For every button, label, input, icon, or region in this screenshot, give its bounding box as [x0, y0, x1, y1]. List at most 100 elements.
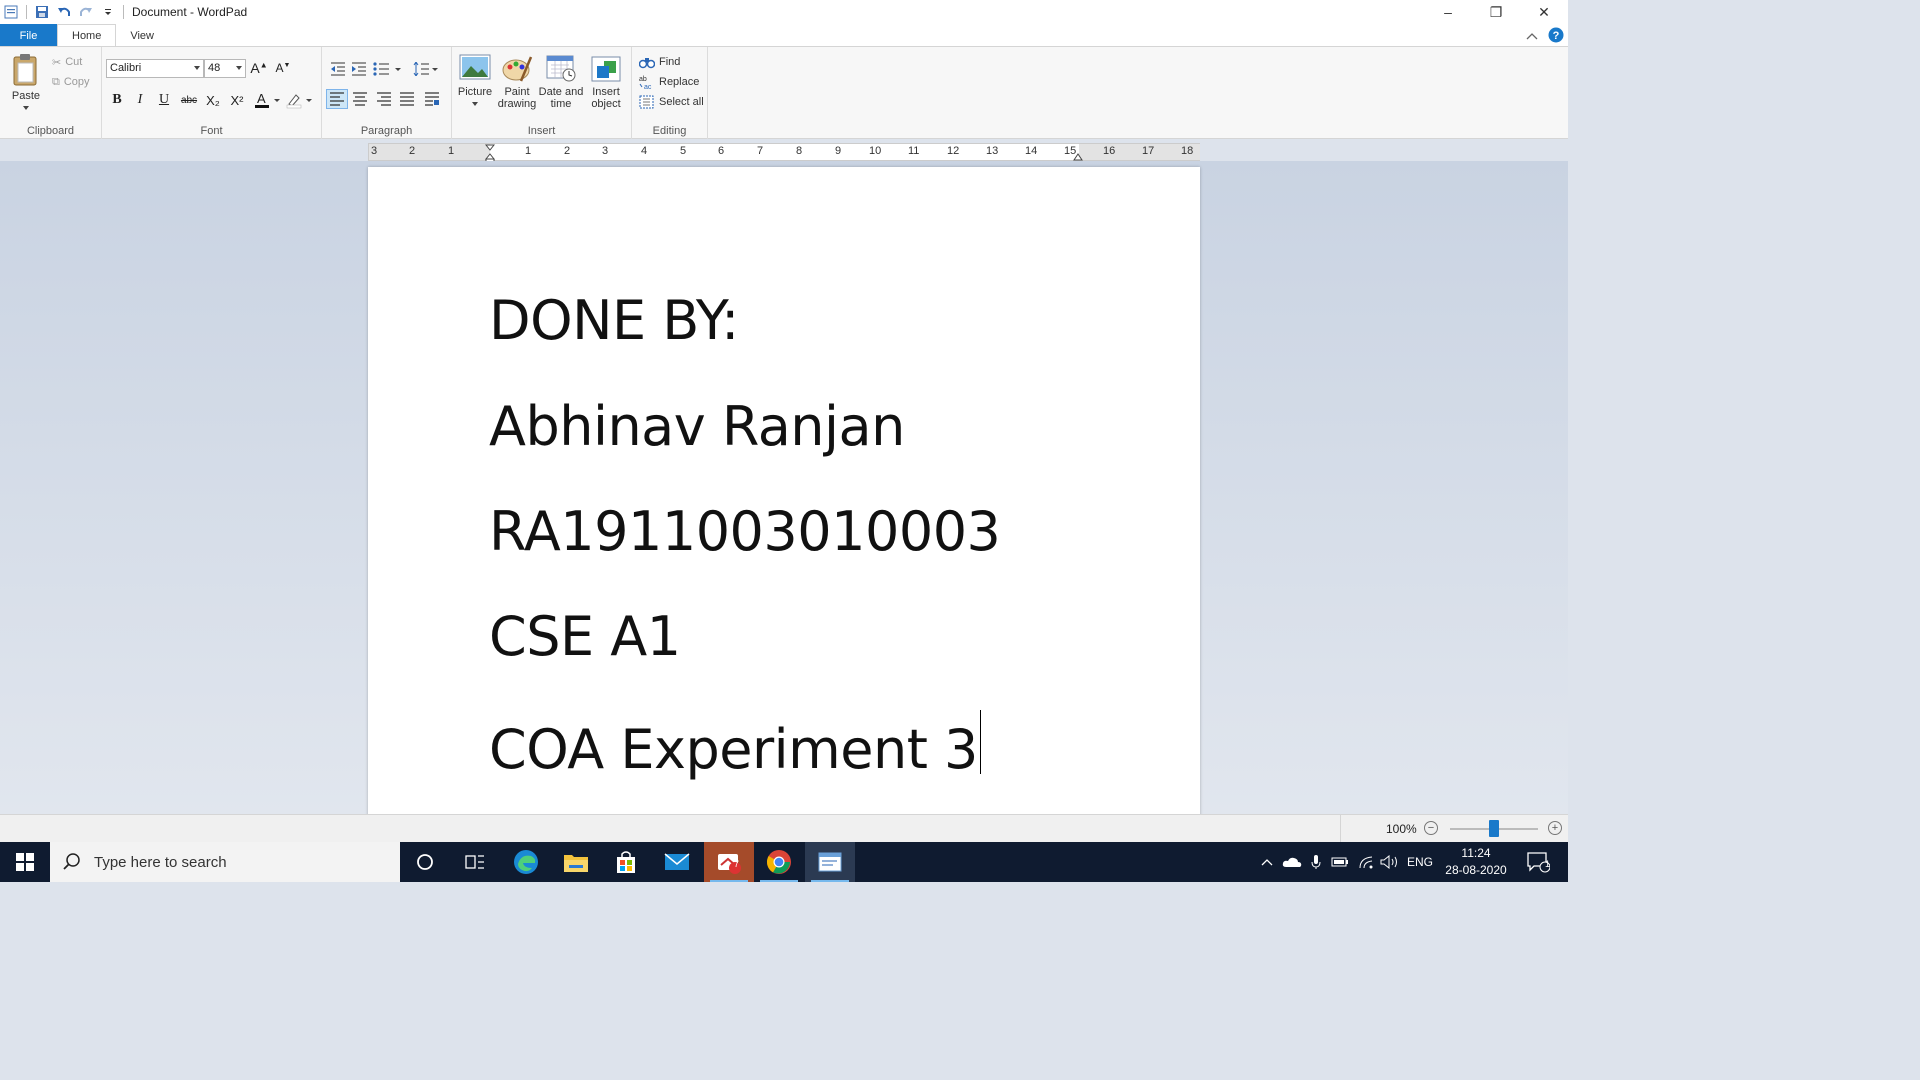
paste-dropdown-icon[interactable] — [22, 105, 30, 111]
window-title: Document - WordPad — [132, 5, 248, 19]
insert-object-label-1: Insert — [592, 86, 620, 98]
superscript-button[interactable]: X² — [226, 89, 248, 111]
underline-button[interactable]: U — [153, 89, 175, 111]
speaker-icon — [1380, 855, 1397, 869]
text-color-button[interactable]: A — [252, 89, 282, 111]
show-hidden-icons-button[interactable] — [1256, 842, 1278, 882]
insert-group-label: Insert — [527, 125, 556, 137]
save-icon[interactable] — [34, 4, 50, 20]
ribbon-tabs: File Home View ? — [0, 24, 1568, 47]
ruler-label: 1 — [448, 145, 455, 157]
input-language[interactable]: ENG — [1404, 842, 1436, 882]
taskbar-file-explorer[interactable] — [551, 842, 601, 882]
undo-icon[interactable] — [56, 4, 72, 20]
highlighter-icon — [286, 94, 312, 109]
onedrive-tray[interactable] — [1280, 842, 1304, 882]
binoculars-icon — [639, 58, 655, 69]
microphone-tray[interactable] — [1306, 842, 1326, 882]
customize-qat-icon[interactable] — [100, 4, 116, 20]
paste-button[interactable]: Paste — [6, 53, 46, 114]
taskbar-search-box[interactable]: Type here to search — [50, 842, 400, 882]
help-icon[interactable]: ? — [1548, 27, 1564, 46]
font-family-select[interactable]: Calibri — [106, 59, 204, 78]
paragraph-settings-button[interactable] — [421, 89, 443, 109]
cortana-button[interactable] — [400, 842, 450, 882]
ruler-label: 7 — [757, 145, 764, 157]
taskbar-wordpad[interactable] — [805, 842, 855, 882]
picture-dropdown-icon[interactable] — [471, 101, 479, 107]
taskbar-mail[interactable] — [652, 842, 702, 882]
date-and-time-button[interactable]: Date and time — [538, 53, 584, 110]
task-view-button[interactable] — [450, 842, 500, 882]
tab-file[interactable]: File — [0, 24, 57, 47]
redo-icon[interactable] — [78, 4, 94, 20]
increase-indent-button[interactable] — [348, 59, 370, 79]
insert-object-button[interactable]: Insert object — [586, 53, 626, 110]
copy-button[interactable]: ⧉ Copy — [52, 72, 90, 92]
select-all-button[interactable]: Select all — [639, 92, 704, 112]
right-indent-marker[interactable] — [1073, 152, 1083, 161]
cut-button[interactable]: ✂ Cut — [52, 52, 90, 72]
taskbar-snip-app[interactable]: 7 — [704, 842, 754, 882]
taskbar-edge[interactable] — [501, 842, 551, 882]
font-size-select[interactable]: 48 — [204, 59, 246, 78]
bullets-button[interactable] — [372, 59, 404, 79]
wordpad-app-icon[interactable] — [3, 4, 19, 20]
ribbon: Paste ✂ Cut ⧉ Copy Clipboard Calibri 48 … — [0, 46, 1568, 139]
taskbar-clock[interactable]: 11:24 28-08-2020 — [1438, 845, 1514, 879]
zoom-in-button[interactable]: + — [1548, 821, 1562, 835]
first-line-indent-marker[interactable] — [485, 144, 495, 162]
zoom-slider-thumb[interactable] — [1489, 820, 1499, 837]
tab-home[interactable]: Home — [57, 24, 117, 47]
increase-indent-icon — [352, 62, 366, 76]
windows-logo-icon — [16, 853, 34, 871]
shrink-font-icon: A▼ — [275, 61, 291, 75]
highlight-color-button[interactable] — [284, 89, 314, 111]
battery-tray[interactable] — [1328, 842, 1352, 882]
zoom-out-button[interactable]: − — [1424, 821, 1438, 835]
close-button[interactable]: ✕ — [1520, 0, 1568, 24]
select-all-icon — [639, 95, 654, 109]
wifi-tray[interactable] — [1354, 842, 1378, 882]
collapse-ribbon-icon[interactable] — [1526, 31, 1538, 43]
subscript-button[interactable]: X₂ — [202, 89, 224, 111]
decrease-indent-button[interactable] — [327, 59, 349, 79]
taskbar-store[interactable] — [601, 842, 651, 882]
align-left-button[interactable] — [326, 89, 348, 109]
clock-time: 11:24 — [1461, 846, 1491, 860]
paint-drawing-button[interactable]: Paint drawing — [496, 53, 538, 110]
line-spacing-button[interactable] — [412, 59, 440, 79]
clock-date: 28-08-2020 — [1445, 863, 1507, 877]
wifi-icon — [1359, 856, 1373, 869]
align-center-button[interactable] — [349, 89, 371, 109]
replace-button[interactable]: ab ac Replace — [639, 72, 704, 92]
ruler[interactable]: 3 2 1 1 2 3 4 5 6 7 8 9 10 11 12 13 14 1… — [368, 143, 1200, 162]
document-page[interactable]: DONE BY: Abhinav Ranjan RA1911003010003 … — [368, 167, 1200, 827]
minimize-button[interactable]: – — [1424, 0, 1472, 24]
font-family-value: Calibri — [110, 62, 142, 74]
picture-button[interactable]: Picture — [456, 53, 494, 110]
action-center-button[interactable]: 1 — [1518, 842, 1558, 882]
cloud-icon — [1282, 857, 1302, 867]
ruler-label: 10 — [869, 145, 882, 157]
edge-browser-icon — [514, 850, 538, 874]
shrink-font-button[interactable]: A▼ — [272, 57, 294, 79]
title-bar: Document - WordPad – ❐ ✕ — [0, 0, 1568, 24]
align-right-button[interactable] — [373, 89, 395, 109]
ruler-label: 8 — [796, 145, 803, 157]
grow-font-button[interactable]: A▲ — [248, 57, 270, 79]
ruler-label: 5 — [680, 145, 687, 157]
start-button[interactable] — [0, 842, 50, 882]
taskbar-chrome[interactable] — [754, 842, 804, 882]
find-button[interactable]: Find — [639, 52, 704, 72]
italic-button[interactable]: I — [129, 89, 151, 111]
volume-tray[interactable] — [1378, 842, 1402, 882]
bold-button[interactable]: B — [106, 89, 128, 111]
font-group-label: Font — [200, 125, 223, 137]
strikethrough-button[interactable]: abc — [178, 89, 200, 111]
paragraph-group: Paragraph — [322, 47, 452, 139]
scissors-icon: ✂ — [52, 56, 62, 69]
justify-button[interactable] — [396, 89, 418, 109]
tab-view[interactable]: View — [116, 24, 168, 47]
restore-button[interactable]: ❐ — [1472, 0, 1520, 24]
